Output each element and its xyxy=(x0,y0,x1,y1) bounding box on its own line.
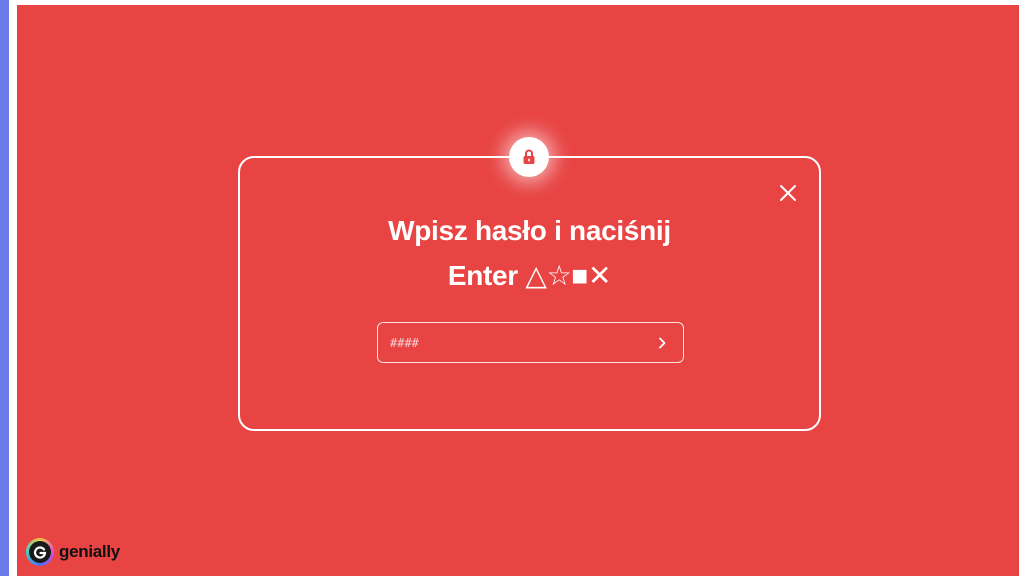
dialog-title-line-2: Enter △☆■✕ xyxy=(447,260,612,291)
chevron-right-icon xyxy=(659,337,666,349)
password-field xyxy=(377,322,684,363)
lock-icon xyxy=(523,149,535,164)
page-frame: Wpisz hasło i naciśnij Enter △☆■✕ genial… xyxy=(0,0,1025,576)
lock-badge xyxy=(509,137,549,177)
close-button[interactable] xyxy=(775,180,801,206)
genially-logo[interactable]: genially xyxy=(26,537,120,567)
password-input[interactable] xyxy=(390,323,640,362)
genially-logo-icon xyxy=(26,538,54,566)
genially-logo-text: genially xyxy=(59,542,120,561)
left-accent-bar xyxy=(0,0,9,576)
close-icon xyxy=(780,185,796,201)
stage-canvas: Wpisz hasło i naciśnij Enter △☆■✕ genial… xyxy=(17,5,1019,576)
dialog-title-line-1: Wpisz hasło i naciśnij xyxy=(388,215,671,246)
dialog-title: Wpisz hasło i naciśnij Enter △☆■✕ xyxy=(238,208,821,298)
submit-button[interactable] xyxy=(651,332,673,354)
